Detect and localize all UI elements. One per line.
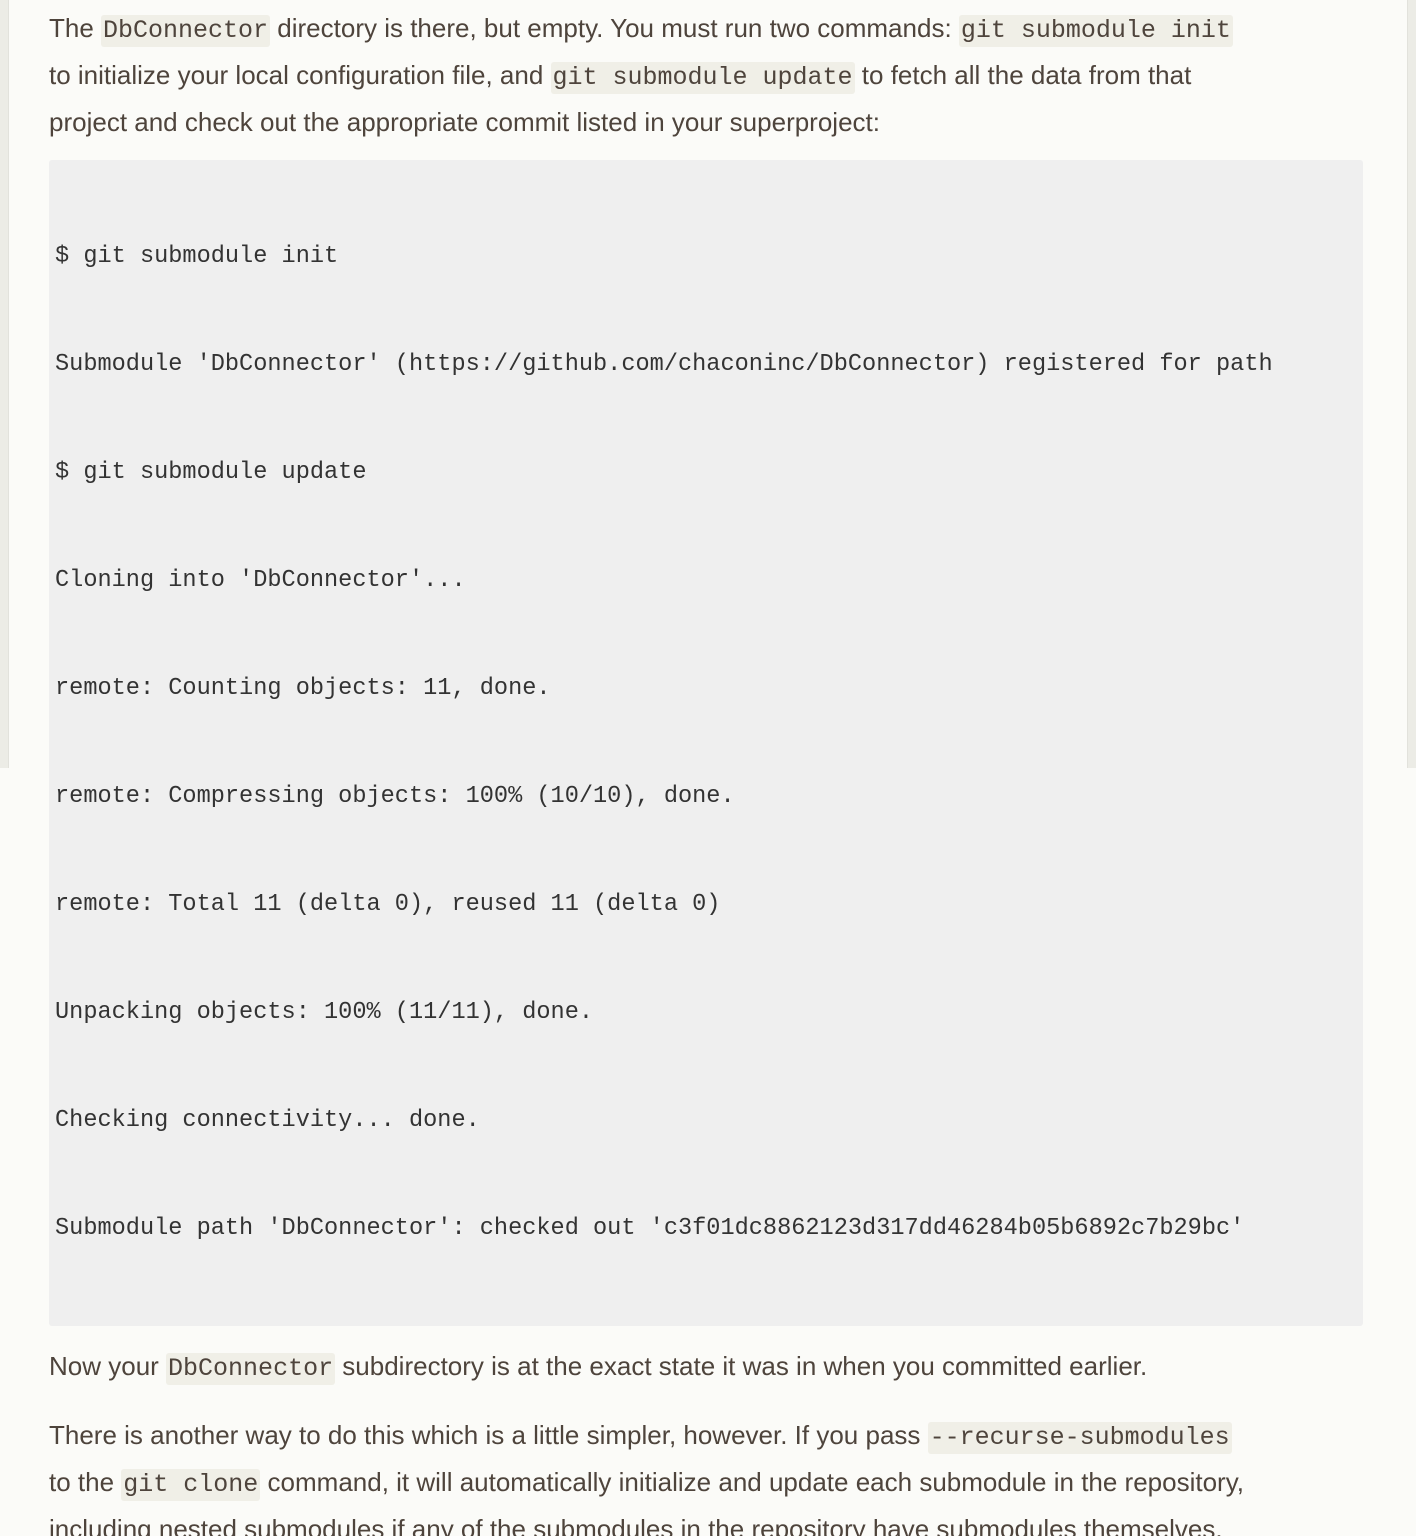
code-line-10: Submodule path 'DbConnector': checked ou… xyxy=(55,1215,1245,1242)
text-span: project and check out the appropriate co… xyxy=(49,107,880,137)
text-span: The xyxy=(49,13,102,43)
paragraph-line: including nested submodules if any of th… xyxy=(49,1507,1363,1536)
paragraph-line: There is another way to do this which is… xyxy=(49,1413,1363,1460)
code-line-7: remote: Total 11 (delta 0), reused 11 (d… xyxy=(55,891,721,918)
text-span: directory is there, but empty. You must … xyxy=(270,13,959,43)
paragraph-line: The DbConnector directory is there, but … xyxy=(49,6,1363,53)
text-span: There is another way to do this which is… xyxy=(49,1420,928,1450)
paragraph-run-commands: The DbConnector directory is there, but … xyxy=(49,6,1363,144)
text-span: to fetch all the data from that xyxy=(854,60,1192,90)
code-line-6: remote: Compressing objects: 100% (10/10… xyxy=(55,783,735,810)
text-span: including nested submodules if any of th… xyxy=(49,1514,1223,1536)
page-frame-left-edge xyxy=(0,0,9,768)
inline-code-submodule-update: git submodule update xyxy=(550,62,855,94)
text-span: to the xyxy=(49,1467,122,1497)
code-line-2: Submodule 'DbConnector' (https://github.… xyxy=(55,351,1273,378)
code-line-8: Unpacking objects: 100% (11/11), done. xyxy=(55,999,594,1026)
code-line-9: Checking connectivity... done. xyxy=(55,1107,480,1134)
inline-code-submodule-init: git submodule init xyxy=(958,15,1233,47)
paragraph-recurse-submodules: There is another way to do this which is… xyxy=(49,1413,1363,1536)
terminal-code-block: $ git submodule init Submodule 'DbConnec… xyxy=(49,160,1363,1326)
code-line-4: Cloning into 'DbConnector'... xyxy=(55,567,466,594)
paragraph-line: Now your DbConnector subdirectory is at … xyxy=(49,1344,1363,1391)
text-span: Now your xyxy=(49,1351,167,1381)
inline-code-dbconnector: DbConnector xyxy=(101,15,271,47)
paragraph-line: to the git clone command, it will automa… xyxy=(49,1460,1363,1507)
code-line-5: remote: Counting objects: 11, done. xyxy=(55,675,551,702)
paragraph-line: project and check out the appropriate co… xyxy=(49,100,1363,144)
code-line-1: $ git submodule init xyxy=(55,243,339,270)
inline-code-recurse-submodules: --recurse-submodules xyxy=(927,1422,1232,1454)
inline-code-dbconnector: DbConnector xyxy=(166,1353,336,1385)
paragraph-subdirectory-state: Now your DbConnector subdirectory is at … xyxy=(49,1344,1363,1391)
text-span: to initialize your local configuration f… xyxy=(49,60,551,90)
code-line-3: $ git submodule update xyxy=(55,459,367,486)
text-span: subdirectory is at the exact state it wa… xyxy=(335,1351,1148,1381)
article-content: The DbConnector directory is there, but … xyxy=(49,6,1363,1536)
inline-code-git-clone: git clone xyxy=(121,1469,261,1501)
text-span: command, it will automatically initializ… xyxy=(260,1467,1245,1497)
page-frame-right-edge xyxy=(1407,0,1416,768)
paragraph-line: to initialize your local configuration f… xyxy=(49,53,1363,100)
